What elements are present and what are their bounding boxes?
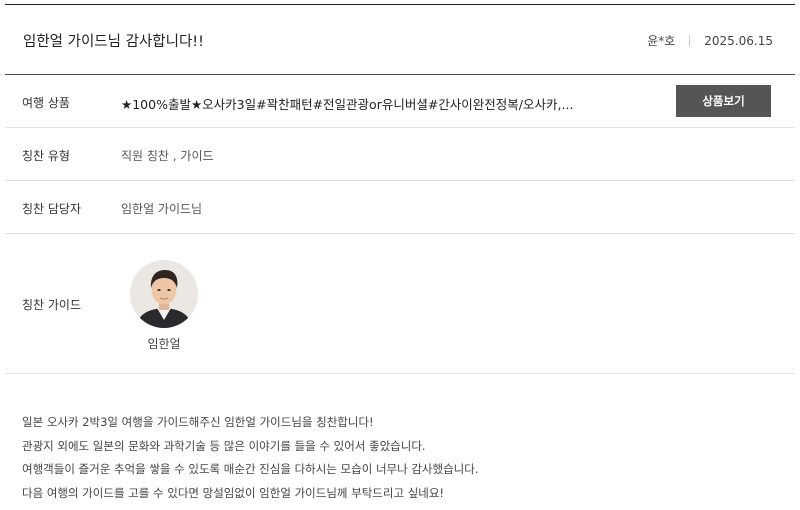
view-product-button[interactable]: 상품보기 <box>676 85 771 117</box>
review-author: 윤*호 <box>647 34 676 48</box>
review-date: 2025.06.15 <box>704 33 773 48</box>
review-title: 임한얼 가이드님 감사합니다!! <box>23 34 204 50</box>
praise-staff-label: 칭찬 담당자 <box>22 202 82 216</box>
message-line: 여행객들이 즐거운 추억을 쌓을 수 있도록 매순간 진심을 다하시는 모습이 … <box>22 462 479 476</box>
product-label: 여행 상품 <box>22 96 70 110</box>
guide-card: 임한얼 <box>129 260 199 352</box>
message-line: 관광지 외에도 일본의 문화와 과학기술 등 많은 이야기를 들을 수 있어서 … <box>22 438 426 453</box>
meta-separator <box>689 34 691 47</box>
message-line: 일본 오사카 2박3일 여행을 가이드해주신 임한얼 가이드님을 칭찬합니다! <box>22 415 374 429</box>
praise-staff-value: 임한얼 가이드님 <box>121 202 203 216</box>
guide-name: 임한얼 <box>147 337 181 351</box>
praise-guide-label: 칭찬 가이드 <box>22 298 82 312</box>
guide-photo-icon <box>130 260 198 328</box>
row-product: 여행 상품 ★100%출발★오사카3일#꽉찬패턴#전일관광or유니버셜#간사이완… <box>5 75 795 128</box>
row-praise-type: 칭찬 유형 직원 칭찬 , 가이드 <box>5 128 795 181</box>
review-meta: 윤*호 2025.06.15 <box>647 32 773 49</box>
row-praise-staff: 칭찬 담당자 임한얼 가이드님 <box>5 181 795 234</box>
message-line: 다음 여행의 가이드를 고를 수 있다면 망설임없이 임한얼 가이드님께 부탁드… <box>22 485 445 500</box>
praise-type-label: 칭찬 유형 <box>22 149 70 163</box>
review-message: 일본 오사카 2박3일 여행을 가이드해주신 임한얼 가이드님을 칭찬합니다! … <box>22 411 478 505</box>
review-header: 임한얼 가이드님 감사합니다!! 윤*호 2025.06.15 <box>5 5 795 74</box>
product-name: ★100%출발★오사카3일#꽉찬패턴#전일관광or유니버셜#간사이완전정복/오사… <box>121 97 574 112</box>
praise-type-value: 직원 칭찬 , 가이드 <box>121 149 214 163</box>
guide-avatar <box>130 260 198 328</box>
row-praise-guide: 칭찬 가이드 임한얼 <box>5 234 795 374</box>
